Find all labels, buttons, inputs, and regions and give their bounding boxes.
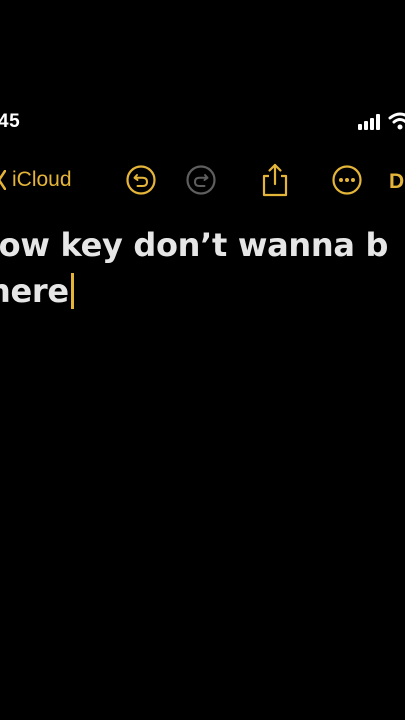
status-time: 45 xyxy=(0,111,21,132)
share-icon xyxy=(262,163,288,197)
undo-button[interactable] xyxy=(125,164,157,196)
redo-button[interactable] xyxy=(185,164,217,196)
note-body[interactable]: low key don’t wanna b here xyxy=(0,222,405,314)
back-button[interactable]: iCloud xyxy=(0,168,72,192)
notes-screen: 45 iCloud D low key don’t wanna b ere xyxy=(0,0,405,720)
text-cursor xyxy=(70,273,74,309)
redo-icon xyxy=(186,165,216,195)
more-button[interactable] xyxy=(331,164,363,196)
note-line-last: here xyxy=(0,268,405,314)
note-line: low key don’t wanna b xyxy=(0,226,389,264)
wifi-icon xyxy=(388,112,405,130)
note-line-text: here xyxy=(0,272,69,310)
undo-icon xyxy=(126,165,156,195)
share-button[interactable] xyxy=(259,162,291,198)
chevron-left-icon xyxy=(0,170,6,190)
done-button[interactable]: D xyxy=(389,170,404,194)
back-button-label: iCloud xyxy=(12,168,72,191)
cellular-signal-icon xyxy=(358,114,380,130)
more-icon xyxy=(332,165,362,195)
